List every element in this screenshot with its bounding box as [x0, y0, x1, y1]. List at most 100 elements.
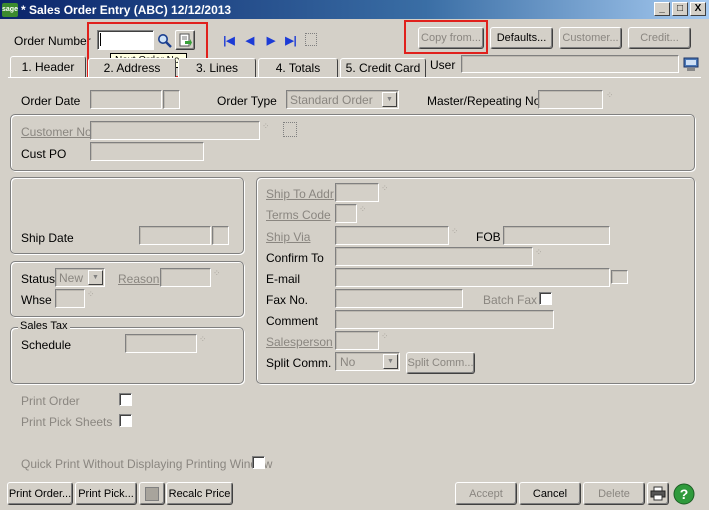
- schedule-input[interactable]: [125, 334, 197, 353]
- cust-po-label: Cust PO: [21, 147, 67, 161]
- accept-button[interactable]: Accept: [455, 482, 517, 505]
- tab-lines[interactable]: 3. Lines: [178, 58, 256, 78]
- whse-input[interactable]: [55, 289, 85, 308]
- recalc-price-button[interactable]: Recalc Price: [166, 482, 233, 505]
- print-pick-sheets-checkbox[interactable]: [119, 414, 132, 427]
- lookup-search-icon[interactable]: [155, 30, 173, 50]
- order-number-input[interactable]: [97, 30, 154, 50]
- print-pick-button[interactable]: Print Pick...: [75, 482, 137, 505]
- fob-label: FOB: [476, 230, 501, 244]
- next-order-number-button[interactable]: [175, 30, 195, 50]
- ship-via-label[interactable]: Ship Via: [266, 230, 310, 244]
- chevron-down-icon: ▼: [383, 354, 398, 369]
- next-record-icon[interactable]: ▶: [264, 33, 278, 47]
- fax-no-label: Fax No.: [266, 293, 309, 307]
- batch-fax-checkbox[interactable]: [539, 292, 552, 305]
- ship-date-input[interactable]: [139, 226, 211, 245]
- cancel-button[interactable]: Cancel: [519, 482, 581, 505]
- next-document-icon: [179, 33, 192, 47]
- title-bar: sage * Sales Order Entry (ABC) 12/12/201…: [0, 0, 709, 19]
- customer-memo-icon[interactable]: [283, 122, 297, 137]
- close-button[interactable]: X: [690, 2, 706, 16]
- whse-lookup-icon[interactable]: ⁘: [87, 289, 95, 300]
- print-order-button[interactable]: Print Order...: [7, 482, 73, 505]
- user-field: [461, 55, 679, 73]
- lookup-icon[interactable]: ⁘: [606, 90, 614, 101]
- defaults-button[interactable]: Defaults...: [490, 27, 553, 49]
- previous-record-icon[interactable]: ◀: [243, 33, 257, 47]
- sales-tax-caption: Sales Tax: [18, 320, 70, 332]
- help-icon[interactable]: ?: [673, 483, 695, 505]
- user-label: User: [430, 58, 456, 72]
- comment-input[interactable]: [335, 310, 554, 329]
- first-record-icon[interactable]: |◀: [222, 33, 236, 47]
- salesperson-label[interactable]: Salesperson: [266, 335, 333, 349]
- reason-input[interactable]: [160, 268, 211, 287]
- customer-no-label[interactable]: Customer No.: [21, 125, 95, 139]
- window-title: * Sales Order Entry (ABC) 12/12/2013: [21, 2, 232, 17]
- reason-lookup-icon[interactable]: ⁘: [213, 268, 221, 279]
- terms-lookup-icon[interactable]: ⁘: [359, 204, 367, 215]
- ship-via-input[interactable]: [335, 226, 449, 245]
- delete-button[interactable]: Delete: [583, 482, 645, 505]
- chevron-down-icon: ▼: [382, 92, 397, 107]
- order-type-value: Standard Order: [290, 93, 373, 107]
- email-icon[interactable]: [611, 270, 628, 284]
- reason-label[interactable]: Reason: [118, 272, 159, 286]
- whse-label: Whse: [21, 293, 52, 307]
- ship-date-label: Ship Date: [21, 231, 74, 245]
- printer-icon[interactable]: [647, 482, 669, 505]
- confirm-to-label: Confirm To: [266, 251, 324, 265]
- copy-from-button[interactable]: Copy from...: [418, 27, 484, 49]
- last-record-icon[interactable]: ▶|: [284, 33, 298, 47]
- sage-logo-icon: sage: [2, 2, 18, 17]
- print-order-checkbox[interactable]: [119, 393, 132, 406]
- quick-print-checkbox[interactable]: [252, 456, 265, 469]
- maximize-button[interactable]: □: [672, 2, 688, 16]
- fax-no-input[interactable]: [335, 289, 463, 308]
- tab-totals[interactable]: 4. Totals: [258, 58, 338, 78]
- salesperson-lookup-icon[interactable]: ⁘: [381, 331, 389, 342]
- memo-icon[interactable]: [305, 33, 317, 46]
- tab-address[interactable]: 2. Address: [88, 58, 176, 78]
- master-repeating-label: Master/Repeating No.: [427, 94, 544, 108]
- order-date-input[interactable]: [90, 90, 162, 109]
- master-repeating-input[interactable]: [538, 90, 603, 109]
- calendar-icon[interactable]: [163, 90, 180, 109]
- salesperson-input[interactable]: [335, 331, 379, 350]
- email-label: E-mail: [266, 272, 301, 286]
- confirm-to-input[interactable]: [335, 247, 533, 266]
- scan-icon[interactable]: [139, 482, 165, 505]
- fob-input[interactable]: [503, 226, 610, 245]
- split-comm-button[interactable]: Split Comm...: [406, 352, 475, 374]
- ship-to-lookup-icon[interactable]: ⁘: [381, 183, 389, 194]
- terms-code-input[interactable]: [335, 204, 357, 223]
- terms-code-label[interactable]: Terms Code: [266, 208, 331, 222]
- chevron-down-icon: ▼: [88, 270, 103, 285]
- customer-lookup-icon[interactable]: ⁘: [262, 121, 270, 132]
- order-number-label: Order Number: [14, 34, 91, 48]
- tab-credit-card[interactable]: 5. Credit Card: [340, 58, 426, 78]
- schedule-lookup-icon[interactable]: ⁘: [199, 334, 207, 345]
- print-pick-sheets-label: Print Pick Sheets: [21, 415, 113, 429]
- credit-button[interactable]: Credit...: [628, 27, 691, 49]
- cust-po-input[interactable]: [90, 142, 204, 161]
- minimize-button[interactable]: _: [654, 2, 670, 16]
- user-logon-icon[interactable]: [683, 57, 699, 72]
- split-comm-label: Split Comm.: [266, 356, 332, 370]
- ship-date-calendar-icon[interactable]: [212, 226, 229, 245]
- tab-header[interactable]: 1. Header: [10, 56, 86, 78]
- split-comm-value: No: [340, 355, 356, 369]
- customer-button[interactable]: Customer...: [559, 27, 622, 49]
- customer-no-input[interactable]: [90, 121, 260, 140]
- order-type-select[interactable]: Standard Order ▼: [286, 90, 399, 109]
- ship-to-addr-label[interactable]: Ship To Addr: [266, 187, 334, 201]
- split-comm-select[interactable]: No ▼: [335, 352, 400, 371]
- email-input[interactable]: [335, 268, 610, 287]
- svg-text:?: ?: [680, 486, 689, 502]
- order-date-label: Order Date: [21, 94, 81, 108]
- ship-to-addr-input[interactable]: [335, 183, 379, 202]
- confirm-to-lookup-icon[interactable]: ⁘: [535, 247, 543, 258]
- ship-via-lookup-icon[interactable]: ⁘: [451, 226, 459, 237]
- status-select[interactable]: New ▼: [55, 268, 105, 287]
